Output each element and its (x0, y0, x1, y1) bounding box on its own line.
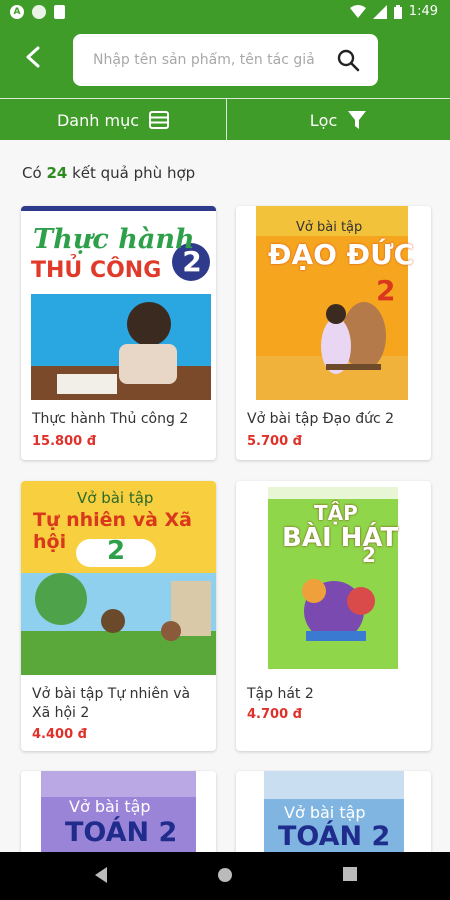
cover-title-line1: Thực hành (33, 224, 195, 255)
cover-grade-number: 2 (362, 543, 376, 567)
product-price: 4.700 đ (247, 707, 302, 722)
search-box (73, 34, 378, 86)
search-input[interactable] (93, 34, 325, 86)
product-price: 15.800 đ (32, 434, 96, 449)
cover-title-line2: BÀI HÁT (282, 523, 399, 553)
status-bar: A 1:49 (0, 0, 450, 26)
category-icon (149, 111, 169, 129)
category-button[interactable]: Danh mục (0, 99, 226, 141)
cover-title-line2: TOÁN 2 (278, 821, 391, 852)
nav-recents-icon[interactable] (342, 866, 358, 882)
result-count: Có 24 kết quả phù hợp (22, 164, 196, 182)
cover-grade-number: 2 (376, 274, 396, 307)
cover-title-line2: TOÁN 2 (65, 817, 178, 848)
product-title: Thực hành Thủ công 2 (32, 411, 189, 427)
product-cover-image: Vở bài tập Tự nhiên và Xã hội 2 (21, 481, 216, 675)
product-title: Tập hát 2 (247, 686, 314, 702)
sd-card-icon (54, 5, 65, 19)
system-navigation-bar (0, 852, 450, 900)
back-button[interactable] (16, 40, 50, 74)
cover-grade-number: 2 (107, 536, 126, 566)
cover-title-line1: TẬP (314, 501, 358, 525)
product-title: Vở bài tập Đạo đức 2 (247, 411, 395, 427)
category-label: Danh mục (56, 110, 139, 130)
funnel-icon (348, 111, 367, 129)
product-card[interactable]: Vở bài tập ĐẠO ĐỨC 2 Vở bài tập Đạo đức … (236, 206, 431, 460)
product-cover-image: TẬP BÀI HÁT 2 (236, 481, 431, 675)
nav-back-icon[interactable] (93, 866, 109, 884)
search-icon[interactable] (336, 48, 360, 72)
product-cover-image: Thực hành THỦ CÔNG 2 (21, 206, 216, 400)
cover-title-line1: Vở bài tập (284, 803, 366, 822)
cover-title-line2: ĐẠO ĐỨC (268, 238, 415, 271)
cover-title-line1: Vở bài tập (77, 489, 154, 507)
filter-label: Lọc (309, 110, 338, 130)
filter-button[interactable]: Lọc (227, 99, 450, 141)
signal-icon (372, 4, 387, 19)
filter-bar: Danh mục Lọc (0, 98, 450, 141)
nav-home-icon[interactable] (216, 866, 234, 884)
product-price: 4.400 đ (32, 727, 87, 742)
back-arrow-icon (26, 46, 40, 68)
product-card[interactable]: TẬP BÀI HÁT 2 Tập hát 2 4.700 đ (236, 481, 431, 751)
app-notification-icon: A (10, 5, 24, 19)
wifi-icon (349, 4, 366, 18)
app-header (0, 26, 450, 98)
cover-grade-number: 2 (182, 245, 202, 278)
product-price: 5.700 đ (247, 434, 302, 449)
product-card[interactable]: Vở bài tập Tự nhiên và Xã hội 2 Vở bài t… (21, 481, 216, 751)
cover-title-line1: Vở bài tập (69, 797, 151, 816)
result-count-number: 24 (46, 164, 68, 182)
cover-title-line2: THỦ CÔNG (31, 258, 162, 283)
product-title: Vở bài tập Tự nhiên và Xã hội 2 (32, 686, 191, 721)
circle-notification-icon (32, 5, 46, 19)
product-cover-image: Vở bài tập ĐẠO ĐỨC 2 (236, 206, 431, 400)
product-card[interactable]: Thực hành THỦ CÔNG 2 Thực hành Thủ công … (21, 206, 216, 460)
status-time: 1:49 (408, 4, 438, 19)
battery-icon (393, 4, 402, 19)
cover-title-line1: Vở bài tập (296, 220, 363, 235)
